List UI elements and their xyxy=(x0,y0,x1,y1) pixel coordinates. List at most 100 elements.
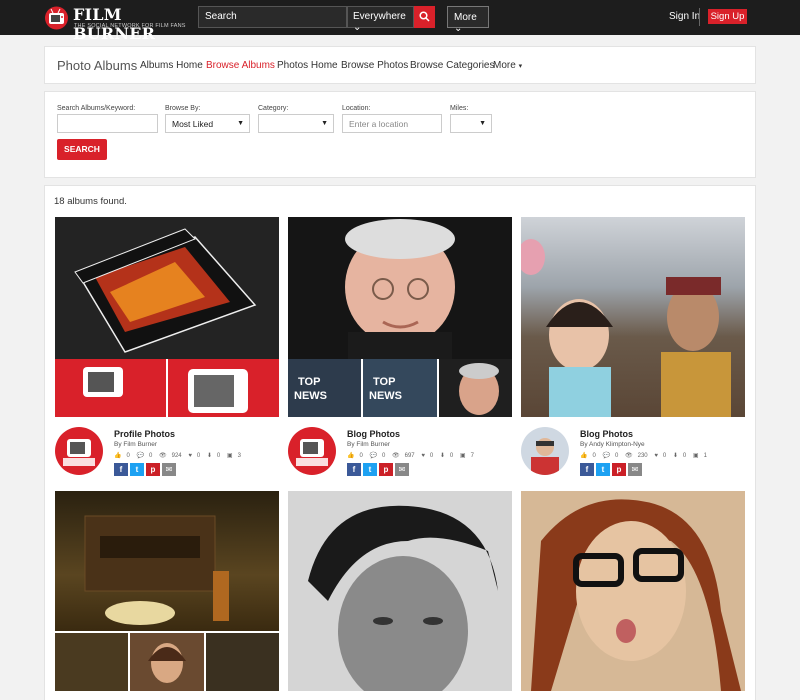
caret-down-icon: ▼ xyxy=(321,120,328,127)
search-scope-select[interactable]: Everywhere ⌄ xyxy=(347,6,414,33)
album-thumb[interactable]: TOP NEWS xyxy=(288,359,362,417)
album-thumbnails xyxy=(55,359,279,417)
album-author[interactable]: By Film Burner xyxy=(347,441,390,448)
albums-subnav: Photo Albums Albums Home Browse Albums P… xyxy=(44,46,756,84)
tab-photos-home[interactable]: Photos Home xyxy=(277,60,338,71)
album-stats: 👍 0 💬 0 👁 697 ♥ 0 ⬇ 0 ▣ 7 xyxy=(347,452,479,459)
pinterest-share-icon[interactable]: p xyxy=(612,463,626,476)
category-select[interactable]: ▼ xyxy=(258,114,334,133)
person-thumb xyxy=(148,643,187,683)
email-share-icon[interactable]: ✉ xyxy=(395,463,409,476)
site-search-input[interactable]: Search xyxy=(198,6,347,28)
favs-count: 0 xyxy=(196,453,201,459)
man-portrait-thumb xyxy=(458,363,499,415)
photos-count: 3 xyxy=(237,453,241,459)
tab-albums-home[interactable]: Albums Home xyxy=(140,60,203,71)
album-cover[interactable] xyxy=(521,217,745,417)
album-cover[interactable] xyxy=(55,217,279,417)
header-divider xyxy=(699,8,700,26)
tv-logo-icon xyxy=(296,439,328,466)
album-cover[interactable]: TOP NEWS TOP NEWS xyxy=(288,217,512,417)
album-card: Profile Photos By Film Burner 👍 0 💬 0 👁 924… xyxy=(55,217,279,477)
twitter-share-icon[interactable]: t xyxy=(363,463,377,476)
two-people-image xyxy=(521,239,731,417)
album-thumb[interactable] xyxy=(130,633,204,691)
album-cover[interactable] xyxy=(55,491,279,691)
more-menu-button[interactable]: More ⌄ xyxy=(447,6,489,34)
browse-by-select[interactable]: Most Liked ▼ xyxy=(165,114,250,133)
vintage-portrait-image xyxy=(288,491,512,691)
album-thumb[interactable] xyxy=(55,359,166,417)
facebook-share-icon[interactable]: f xyxy=(347,463,361,476)
miles-select[interactable]: ▼ xyxy=(450,114,492,133)
twitter-share-icon[interactable]: t xyxy=(130,463,144,476)
album-author[interactable]: By Andy Klimpton-Nye xyxy=(580,441,645,448)
photos-count: 1 xyxy=(703,453,707,459)
album-title[interactable]: Profile Photos xyxy=(114,429,175,439)
favs-count: 0 xyxy=(662,453,667,459)
likes-count: 0 xyxy=(126,453,130,459)
caret-down-icon: ▼ xyxy=(479,120,486,127)
sign-up-button[interactable]: Sign Up xyxy=(708,9,747,24)
tv-logo-icon xyxy=(63,439,95,466)
facebook-share-icon[interactable]: f xyxy=(580,463,594,476)
avatar[interactable] xyxy=(288,427,336,475)
photo-icon: ▣ xyxy=(459,453,466,459)
tv-room-photo xyxy=(55,491,279,631)
avatar[interactable] xyxy=(521,427,569,475)
top-news-thumb: TOP NEWS xyxy=(294,376,327,402)
album-author[interactable]: By Film Burner xyxy=(114,441,157,448)
results-count: 18 albums found. xyxy=(54,196,127,207)
top-news-thumb: TOP NEWS xyxy=(369,376,402,402)
caret-down-icon: ▼ xyxy=(237,120,244,127)
search-button[interactable] xyxy=(414,6,435,28)
keyword-input[interactable] xyxy=(57,114,158,133)
likes-count: 0 xyxy=(592,453,596,459)
album-thumb[interactable] xyxy=(168,359,279,417)
album-thumb[interactable] xyxy=(55,633,129,691)
user-avatar-image xyxy=(531,438,559,475)
album-cover[interactable] xyxy=(521,491,745,691)
album-title[interactable]: Blog Photos xyxy=(347,429,400,439)
svg-text:NEWS: NEWS xyxy=(294,390,327,402)
album-thumb[interactable] xyxy=(205,633,279,691)
woman-glasses-image xyxy=(521,491,745,691)
tab-browse-photos[interactable]: Browse Photos xyxy=(341,60,408,71)
pinterest-share-icon[interactable]: p xyxy=(146,463,160,476)
comments-icon: 💬 xyxy=(602,453,610,459)
clapperboard-image xyxy=(74,228,257,353)
search-albums-button[interactable]: SEARCH xyxy=(57,139,107,160)
svg-text:NEWS: NEWS xyxy=(369,390,402,402)
tab-browse-categories[interactable]: Browse Categories xyxy=(410,60,494,71)
album-cover[interactable] xyxy=(288,491,512,691)
email-share-icon[interactable]: ✉ xyxy=(162,463,176,476)
street-party-photo xyxy=(521,217,745,417)
facebook-share-icon[interactable]: f xyxy=(114,463,128,476)
heart-icon: ♥ xyxy=(421,453,425,459)
album-title[interactable]: Blog Photos xyxy=(580,429,633,439)
likes-icon: 👍 xyxy=(114,453,122,459)
download-icon: ⬇ xyxy=(206,453,212,459)
tab-more[interactable]: More ▾ xyxy=(493,60,522,71)
album-thumb[interactable] xyxy=(438,359,512,417)
svg-text:TOP: TOP xyxy=(298,376,320,388)
twitter-share-icon[interactable]: t xyxy=(596,463,610,476)
site-logo[interactable]: FILM BURNER THE SOCIAL NETWORK FOR FILM … xyxy=(44,5,185,43)
email-share-icon[interactable]: ✉ xyxy=(628,463,642,476)
likes-icon: 👍 xyxy=(347,453,355,459)
downloads-count: 0 xyxy=(682,453,687,459)
tab-browse-albums[interactable]: Browse Albums xyxy=(206,60,275,71)
download-icon: ⬇ xyxy=(672,453,678,459)
browse-by-label: Browse By: xyxy=(165,105,201,112)
album-card: TOP NEWS TOP NEWS Blog Photos By Film Bu… xyxy=(288,217,512,477)
avatar[interactable] xyxy=(55,427,103,475)
search-scope-label: Everywhere xyxy=(353,11,406,22)
album-thumb[interactable]: TOP NEWS xyxy=(363,359,437,417)
album-card: Blog Photos By Andy Klimpton-Nye 👍 0 💬 0 👁… xyxy=(521,217,745,477)
pinterest-share-icon[interactable]: p xyxy=(379,463,393,476)
location-input[interactable]: Enter a location xyxy=(342,114,442,133)
album-results: 18 albums found. Profile Photos By Film … xyxy=(44,185,756,700)
views-count: 697 xyxy=(404,453,415,459)
sign-in-link[interactable]: Sign In xyxy=(669,11,700,22)
likes-count: 0 xyxy=(359,453,363,459)
